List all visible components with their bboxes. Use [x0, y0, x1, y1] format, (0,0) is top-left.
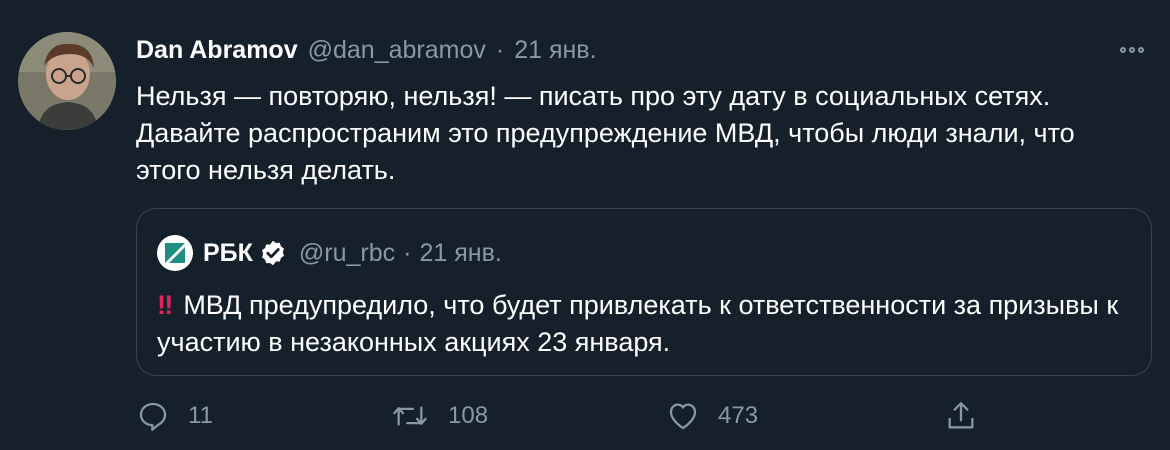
quoted-header-separator: · [403, 238, 412, 267]
retweet-icon [393, 406, 427, 426]
tweet-header: Dan Abramov @dan_abramov · 21 янв. [136, 36, 1110, 68]
reply-icon [139, 402, 167, 431]
tweet-date[interactable]: 21 янв. [514, 36, 596, 65]
double-exclamation-emoji: ‼ [157, 290, 174, 320]
author-handle[interactable]: @dan_abramov [308, 36, 486, 65]
retweet-count: 108 [448, 402, 489, 429]
tweet-card[interactable]: Dan Abramov @dan_abramov · 21 янв. Нельз… [0, 0, 1170, 450]
heart-icon [669, 403, 697, 430]
quoted-author-handle[interactable]: @ru_rbc [299, 239, 395, 268]
like-button[interactable]: 473 [666, 396, 758, 436]
reply-count: 11 [188, 402, 213, 429]
quoted-tweet-date[interactable]: 21 янв. [419, 239, 501, 268]
verified-badge-icon [261, 240, 284, 266]
author-name[interactable]: Dan Abramov [136, 36, 298, 65]
quoted-tweet-body: МВД предупредило, что будет привлекать к… [157, 290, 1119, 357]
quoted-author-name[interactable]: РБК [203, 239, 253, 268]
tweet-text: Нельзя — повторяю, нельзя! — писать про … [136, 81, 1075, 185]
share-button[interactable] [944, 396, 978, 436]
share-icon [948, 402, 974, 429]
more-icon[interactable] [1112, 40, 1152, 60]
quoted-tweet-text: ‼ МВД предупредило, что будет привлекать … [157, 287, 1137, 361]
retweet-button[interactable]: 108 [390, 396, 488, 436]
quoted-tweet[interactable]: РБК @ru_rbc · 21 янв. ‼ МВД предупредило,… [136, 208, 1152, 376]
tweet-actions: 11 108 473 [136, 396, 996, 436]
reply-button[interactable]: 11 [136, 396, 213, 436]
quoted-tweet-header: РБК @ru_rbc · 21 янв. [157, 235, 502, 271]
avatar[interactable] [18, 32, 116, 130]
header-separator: · [495, 36, 505, 64]
like-count: 473 [718, 402, 759, 429]
rbc-logo[interactable] [157, 235, 193, 271]
